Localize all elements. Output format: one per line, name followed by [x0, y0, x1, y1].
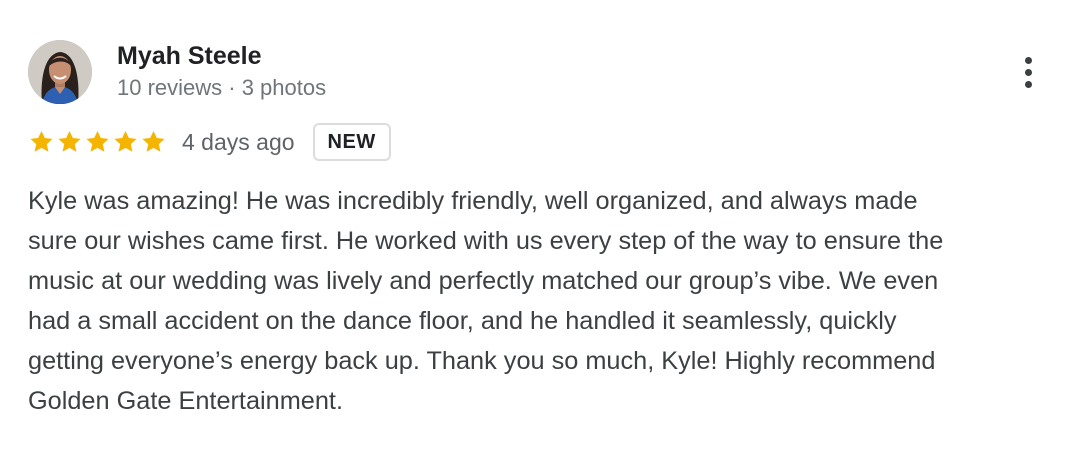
- star-icon: [142, 130, 165, 152]
- avatar-photo: [28, 40, 92, 104]
- review-date: 4 days ago: [182, 129, 295, 155]
- star-icon: [114, 130, 137, 152]
- reviewer-name[interactable]: Myah Steele: [117, 41, 262, 71]
- more-vert-icon: [1024, 56, 1032, 64]
- review-text: Kyle was amazing! He was incredibly frie…: [28, 187, 944, 415]
- star-icon: [86, 130, 109, 152]
- new-badge: NEW: [312, 123, 391, 161]
- reviewer-stats[interactable]: 10 reviews · 3 photos: [117, 74, 326, 102]
- review-card: Myah Steele 10 reviews · 3 photos 4 days…: [0, 0, 1082, 454]
- star-icon: [58, 130, 81, 152]
- star-icon: [30, 130, 53, 152]
- avatar[interactable]: [28, 40, 92, 104]
- star-rating: [28, 129, 167, 155]
- more-vert-icon-dot: [1024, 80, 1032, 88]
- more-vert-icon-dot: [1024, 68, 1032, 76]
- more-options-button[interactable]: [1008, 50, 1048, 94]
- rating-row: 4 days ago NEW: [28, 120, 391, 164]
